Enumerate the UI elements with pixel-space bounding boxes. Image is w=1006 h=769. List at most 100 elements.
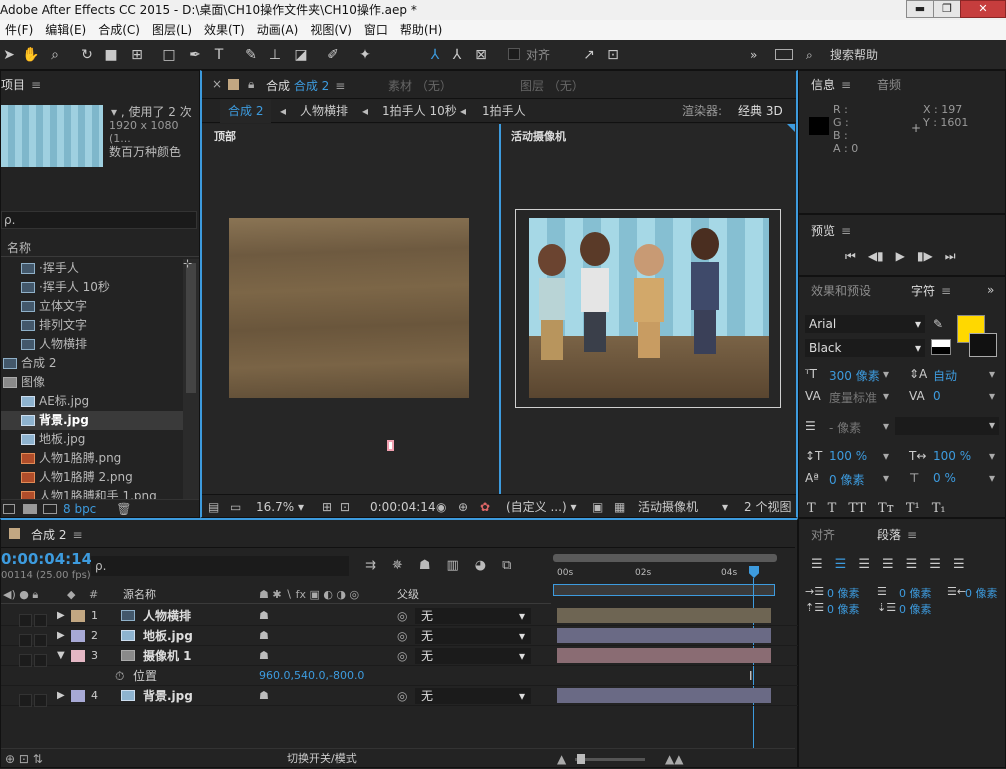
prev-frame-icon[interactable]: ◀▮ — [868, 249, 884, 264]
frame-blending-icon[interactable]: ▥ — [446, 558, 458, 573]
renderer-value[interactable]: 经典 3D — [738, 99, 783, 123]
project-item[interactable]: ·挥手人 — [1, 259, 183, 278]
layer-source-name[interactable]: 背景.jpg — [143, 686, 193, 706]
dropdown-arrow[interactable]: ▾ — [989, 449, 995, 463]
current-timecode[interactable]: 0:00:04:14 — [1, 550, 92, 568]
layer-duration-bar[interactable] — [557, 628, 771, 643]
lock-icon[interactable]: 🔒︎ — [248, 77, 254, 92]
layer-label-color[interactable] — [71, 690, 85, 702]
tab-audio[interactable]: 音频 — [877, 71, 901, 99]
resolution-dropdown[interactable]: (自定义 ...) ▾ — [506, 495, 576, 519]
tab-project[interactable]: 项目 ≡ — [1, 71, 41, 99]
faux-italic-button[interactable]: T — [828, 501, 837, 516]
justify-left-button[interactable]: ☰ — [882, 557, 894, 572]
indent-left-value[interactable]: 0 像素 — [827, 585, 860, 601]
align-center-button[interactable]: ☰ — [835, 557, 847, 572]
stopwatch-icon[interactable]: ⏱ — [115, 666, 124, 686]
parent-pickwhip-icon[interactable]: ◎ — [397, 626, 407, 646]
rectangle-tool-icon[interactable]: □ — [160, 46, 178, 64]
shy-switch-icon[interactable]: ☗ — [259, 686, 269, 706]
tab-paragraph[interactable]: 段落 ≡ — [877, 521, 917, 549]
pen-tool-icon[interactable]: ✒ — [186, 46, 204, 64]
menu-window[interactable]: 窗口 — [359, 20, 395, 40]
project-item[interactable]: 地板.jpg — [1, 430, 183, 449]
project-item[interactable]: 合成 2 — [1, 354, 183, 373]
indent-first-value[interactable]: 0 像素 — [899, 585, 932, 601]
close-tab-icon[interactable]: × — [212, 77, 222, 91]
roto-brush-tool-icon[interactable]: ✐ — [324, 46, 342, 64]
interpret-footage-icon[interactable] — [3, 503, 15, 514]
menu-view[interactable]: 视图(V) — [305, 20, 359, 40]
footer-icons[interactable]: ⊕ ⊡ ⇅ — [5, 749, 43, 769]
camera-icon[interactable] — [387, 440, 394, 451]
justify-right-button[interactable]: ☰ — [929, 557, 941, 572]
project-item[interactable]: AE标.jpg — [1, 392, 183, 411]
new-comp-icon[interactable] — [43, 503, 57, 514]
show-snapshot-icon[interactable]: ⊕ — [458, 495, 468, 519]
dropdown-arrow[interactable]: ▾ — [883, 367, 889, 381]
parent-pickwhip-icon[interactable]: ◎ — [397, 646, 407, 666]
menu-layer[interactable]: 图层(L) — [147, 20, 199, 40]
shy-switch-icon[interactable]: ☗ — [259, 606, 269, 626]
zoom-out-icon[interactable]: ▲ — [557, 749, 566, 769]
active-camera-viewer[interactable]: 活动摄像机 — [501, 124, 796, 494]
breadcrumb-clap-10s[interactable]: 1拍手人 10秒 — [382, 99, 457, 123]
minimize-button[interactable]: ▬ — [906, 0, 934, 18]
tab-layer[interactable]: 图层 （无） — [520, 77, 584, 94]
camera-tool-icon[interactable]: ■ — [102, 46, 120, 64]
menu-file[interactable]: 件(F) — [0, 20, 40, 40]
justify-all-button[interactable]: ☰ — [953, 557, 965, 572]
roi-icon[interactable]: ▣ — [592, 495, 603, 519]
project-item[interactable]: 立体文字 — [1, 297, 183, 316]
menu-composition[interactable]: 合成(C) — [93, 20, 147, 40]
tab-align[interactable]: 对齐 — [811, 521, 835, 549]
tab-timeline-comp[interactable]: 合成 2 ≡ — [31, 526, 83, 543]
top-view-viewer[interactable]: 顶部 — [202, 124, 499, 494]
tab-composition[interactable]: 合成 合成 2 ≡ — [266, 77, 345, 94]
hierarchy-icon[interactable]: ⊹ — [183, 257, 192, 270]
dropdown-arrow[interactable]: ▾ — [883, 449, 889, 463]
zoom-in-icon[interactable]: ▲▲ — [665, 749, 683, 769]
parent-dropdown[interactable]: 无 ▾ — [415, 648, 531, 664]
timeline-layer-row[interactable]: ▶ 1 人物横排 ☗ ◎ 无 ▾ — [1, 606, 799, 627]
parent-header[interactable]: 父级 — [397, 586, 419, 604]
horizontal-scale-value[interactable]: 100 % — [933, 449, 971, 463]
stroke-type-dropdown[interactable]: ▾ — [895, 417, 999, 435]
snap-edge-icon[interactable]: ↗ — [580, 46, 598, 64]
align-left-button[interactable]: ☰ — [811, 557, 823, 572]
snap-feature-icon[interactable]: ⊡ — [604, 46, 622, 64]
tab-footage[interactable]: 素材 （无） — [388, 77, 452, 94]
zoom-tool-icon[interactable]: ⌕ — [46, 46, 64, 64]
dropdown-arrow[interactable]: ▾ — [989, 389, 995, 403]
kerning-value[interactable]: 度量标准 — [829, 389, 877, 406]
hand-tool-icon[interactable]: ✋ — [22, 46, 40, 64]
project-item[interactable]: 人物1胳膊.png — [1, 449, 183, 468]
toggle-switches-modes[interactable]: 切换开关/模式 — [287, 749, 357, 769]
tab-info[interactable]: 信息 ≡ — [811, 71, 851, 99]
first-frame-icon[interactable]: ⏮ — [845, 249, 856, 264]
zoom-dropdown[interactable]: 16.7% ▾ — [256, 495, 304, 519]
new-folder-icon[interactable] — [23, 503, 37, 514]
timeline-layer-row[interactable]: ▶ 2 地板.jpg ☗ ◎ 无 ▾ — [1, 626, 799, 647]
timeline-search-input[interactable]: ρ. — [91, 556, 349, 576]
project-item[interactable]: 人物横排 — [1, 335, 183, 354]
floor-layer-preview[interactable] — [229, 218, 469, 398]
grid-icon[interactable]: ⊞ — [322, 495, 332, 519]
justify-center-button[interactable]: ☰ — [906, 557, 918, 572]
position-property-row[interactable]: ⏱ 位置 960.0,540.0,-800.0 I — [1, 666, 799, 686]
selection-tool-icon[interactable]: ➤ — [0, 46, 18, 64]
subscript-button[interactable]: T₁ — [932, 501, 946, 516]
next-frame-icon[interactable]: ▮▶ — [917, 249, 933, 264]
breadcrumb-clap[interactable]: 1拍手人 — [482, 99, 526, 123]
breadcrumb-people-row[interactable]: 人物横排 — [300, 99, 348, 123]
trash-icon[interactable]: 🗑 — [116, 502, 131, 516]
parent-dropdown[interactable]: 无 ▾ — [415, 608, 531, 624]
superscript-button[interactable]: T¹ — [906, 501, 920, 516]
parent-dropdown[interactable]: 无 ▾ — [415, 688, 531, 704]
space-after-value[interactable]: 0 像素 — [899, 601, 932, 617]
view-axis-icon[interactable]: ⊠ — [472, 46, 490, 64]
parent-dropdown[interactable]: 无 ▾ — [415, 628, 531, 644]
layer-label-color[interactable] — [71, 650, 85, 662]
menu-edit[interactable]: 编辑(E) — [40, 20, 93, 40]
parent-pickwhip-icon[interactable]: ◎ — [397, 686, 407, 706]
